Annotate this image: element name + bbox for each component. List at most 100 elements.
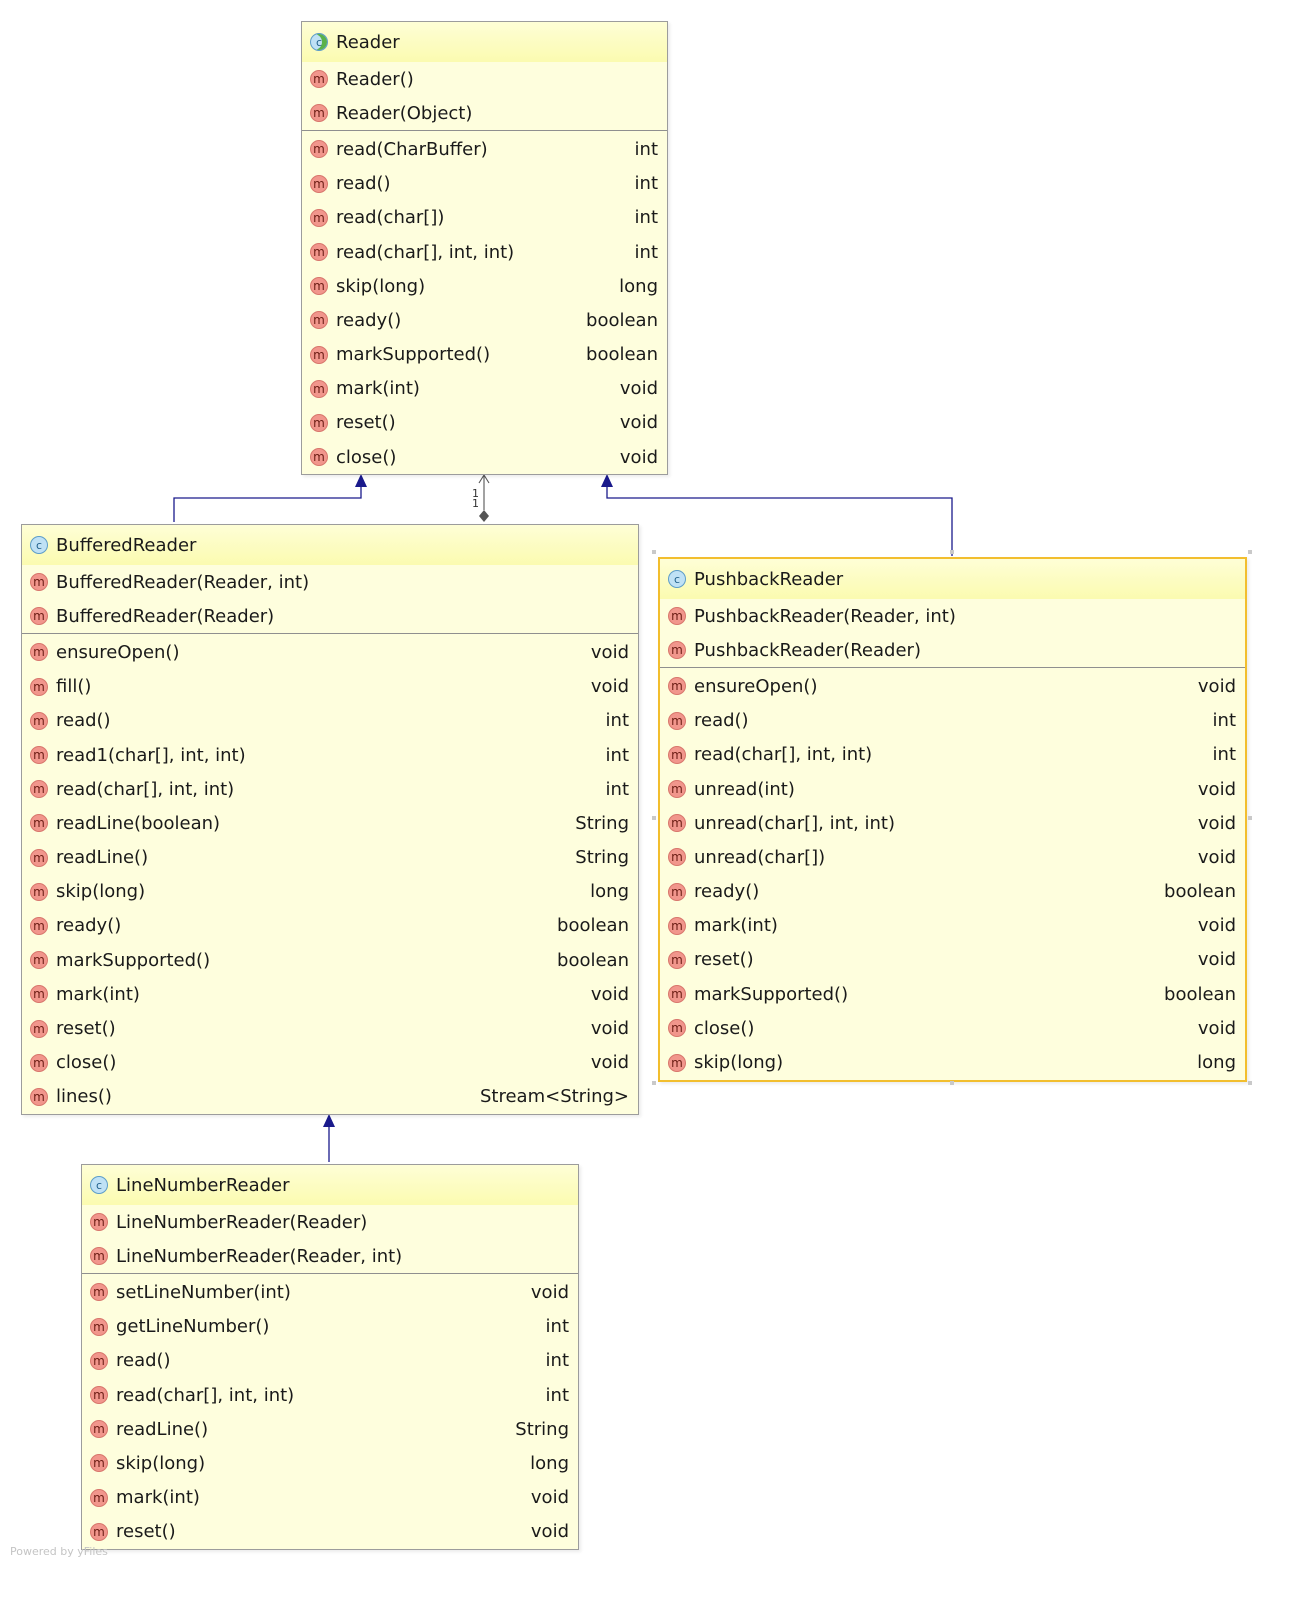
- constructor-row[interactable]: m PushbackReader(Reader, int): [660, 599, 1245, 633]
- edge-linenumberreader-extends-bufferedreader[interactable]: [323, 1114, 335, 1162]
- method-row[interactable]: m unread(char[], int, int) void: [660, 806, 1245, 840]
- method-signature: read(char[], int, int): [116, 1384, 295, 1406]
- return-type: void: [590, 676, 629, 698]
- method-signature: close(): [694, 1017, 755, 1039]
- method-row[interactable]: m skip(long) long: [22, 875, 638, 909]
- method-icon: m: [668, 641, 686, 660]
- return-type: boolean: [586, 309, 658, 331]
- method-icon: m: [668, 882, 686, 901]
- method-row[interactable]: m ready() boolean: [302, 303, 667, 337]
- method-signature: mark(int): [56, 983, 140, 1005]
- constructor-row[interactable]: m LineNumberReader(Reader): [82, 1205, 578, 1239]
- method-row[interactable]: m read1(char[], int, int) int: [22, 738, 638, 772]
- method-icon: m: [668, 745, 686, 764]
- constructor-row[interactable]: m Reader(): [302, 62, 667, 96]
- method-row[interactable]: m readLine() String: [22, 841, 638, 875]
- method-signature: skip(long): [116, 1452, 206, 1474]
- class-node-linenumberreader[interactable]: c LineNumberReader m LineNumberReader(Reade…: [81, 1164, 579, 1550]
- selection-handle-bottom-left[interactable]: [652, 1081, 656, 1085]
- method-row[interactable]: m skip(long) long: [302, 269, 667, 303]
- edge-pushbackreader-extends-reader[interactable]: [601, 474, 953, 556]
- method-row[interactable]: m reset() void: [22, 1011, 638, 1045]
- method-row[interactable]: m reset() void: [302, 406, 667, 440]
- edge-bufferedreader-composes-reader[interactable]: [478, 473, 490, 522]
- selection-handle-middle-right[interactable]: [1248, 816, 1252, 820]
- selection-handle-middle-left[interactable]: [652, 816, 656, 820]
- return-type: int: [545, 1350, 569, 1372]
- edge-bufferedreader-extends-reader[interactable]: [173, 474, 367, 522]
- selection-handle-bottom-middle[interactable]: [950, 1081, 954, 1085]
- class-header[interactable]: c LineNumberReader: [82, 1165, 578, 1205]
- method-row[interactable]: m ready() boolean: [660, 875, 1245, 909]
- selection-handle-bottom-right[interactable]: [1248, 1081, 1252, 1085]
- method-icon: m: [30, 1019, 48, 1038]
- return-type: void: [1197, 846, 1236, 868]
- constructor-row[interactable]: m LineNumberReader(Reader, int): [82, 1239, 578, 1273]
- method-row[interactable]: m close() void: [660, 1011, 1245, 1045]
- method-row[interactable]: m read() int: [22, 704, 638, 738]
- method-row[interactable]: m unread(int) void: [660, 772, 1245, 806]
- method-row[interactable]: m fill() void: [22, 670, 638, 704]
- method-row[interactable]: m read(char[], int, int) int: [660, 738, 1245, 772]
- constructor-row[interactable]: m Reader(Object): [302, 96, 667, 130]
- method-row[interactable]: m read(char[], int, int) int: [302, 235, 667, 269]
- method-row[interactable]: m close() void: [22, 1046, 638, 1080]
- method-icon: m: [668, 780, 686, 799]
- method-row[interactable]: m close() void: [302, 440, 667, 474]
- method-row[interactable]: m ensureOpen() void: [22, 635, 638, 669]
- return-type: boolean: [1164, 983, 1236, 1005]
- selection-handle-top-left[interactable]: [652, 550, 656, 554]
- method-row[interactable]: m read(char[], int, int) int: [22, 772, 638, 806]
- method-row[interactable]: m read() int: [660, 704, 1245, 738]
- method-row[interactable]: m read(char[], int, int) int: [82, 1378, 578, 1412]
- method-row[interactable]: m skip(long) long: [660, 1045, 1245, 1079]
- method-row[interactable]: m read() int: [302, 167, 667, 201]
- constructor-row[interactable]: m BufferedReader(Reader): [22, 599, 638, 633]
- method-row[interactable]: m readLine() String: [82, 1412, 578, 1446]
- method-row[interactable]: m getLineNumber() int: [82, 1310, 578, 1344]
- constructor-row[interactable]: m PushbackReader(Reader): [660, 633, 1245, 667]
- method-row[interactable]: m unread(char[]) void: [660, 840, 1245, 874]
- class-header[interactable]: c PushbackReader: [660, 559, 1245, 599]
- method-signature: unread(int): [694, 778, 795, 800]
- method-icon: m: [310, 448, 328, 467]
- class-node-pushbackreader[interactable]: c PushbackReader m PushbackReader(Reader, i…: [658, 557, 1247, 1082]
- method-row[interactable]: m markSupported() boolean: [660, 977, 1245, 1011]
- constructor-row[interactable]: m BufferedReader(Reader, int): [22, 565, 638, 599]
- method-row[interactable]: m setLineNumber(int) void: [82, 1275, 578, 1309]
- class-node-bufferedreader[interactable]: c BufferedReader m BufferedReader(Reader, i…: [21, 524, 639, 1115]
- method-row[interactable]: m mark(int) void: [302, 372, 667, 406]
- method-row[interactable]: m skip(long) long: [82, 1446, 578, 1480]
- method-row[interactable]: m mark(int) void: [22, 977, 638, 1011]
- method-row[interactable]: m ensureOpen() void: [660, 669, 1245, 703]
- class-node-reader[interactable]: c Reader m Reader() m Reader(Object) m read(Cha…: [301, 21, 668, 476]
- method-icon: m: [30, 643, 48, 662]
- method-icon: m: [668, 1019, 686, 1038]
- method-row[interactable]: m markSupported() boolean: [22, 943, 638, 977]
- selection-handle-top-middle[interactable]: [950, 550, 954, 554]
- method-row[interactable]: m readLine(boolean) String: [22, 806, 638, 840]
- return-type: long: [619, 275, 658, 297]
- method-row[interactable]: m ready() boolean: [22, 909, 638, 943]
- method-row[interactable]: m reset() void: [660, 943, 1245, 977]
- method-signature: close(): [336, 446, 397, 468]
- method-signature: markSupported(): [694, 983, 849, 1005]
- return-type: String: [515, 1418, 569, 1440]
- method-row[interactable]: m lines() Stream<String>: [22, 1080, 638, 1114]
- method-row[interactable]: m reset() void: [82, 1515, 578, 1549]
- class-header[interactable]: c Reader: [302, 22, 667, 62]
- methods-section: m read(CharBuffer) int m read() int m read(char…: [302, 130, 667, 474]
- method-row[interactable]: m mark(int) void: [82, 1481, 578, 1515]
- method-icon: m: [90, 1522, 108, 1541]
- selection-handle-top-right[interactable]: [1248, 550, 1252, 554]
- method-row[interactable]: m read() int: [82, 1344, 578, 1378]
- method-icon: m: [310, 311, 328, 330]
- method-signature: read(): [116, 1350, 171, 1372]
- method-icon: m: [310, 208, 328, 227]
- class-header[interactable]: c BufferedReader: [22, 525, 638, 565]
- method-row[interactable]: m markSupported() boolean: [302, 338, 667, 372]
- method-row[interactable]: m read(CharBuffer) int: [302, 132, 667, 166]
- method-row[interactable]: m mark(int) void: [660, 909, 1245, 943]
- method-row[interactable]: m read(char[]) int: [302, 201, 667, 235]
- constructors-section: m BufferedReader(Reader, int) m BufferedRea…: [22, 565, 638, 633]
